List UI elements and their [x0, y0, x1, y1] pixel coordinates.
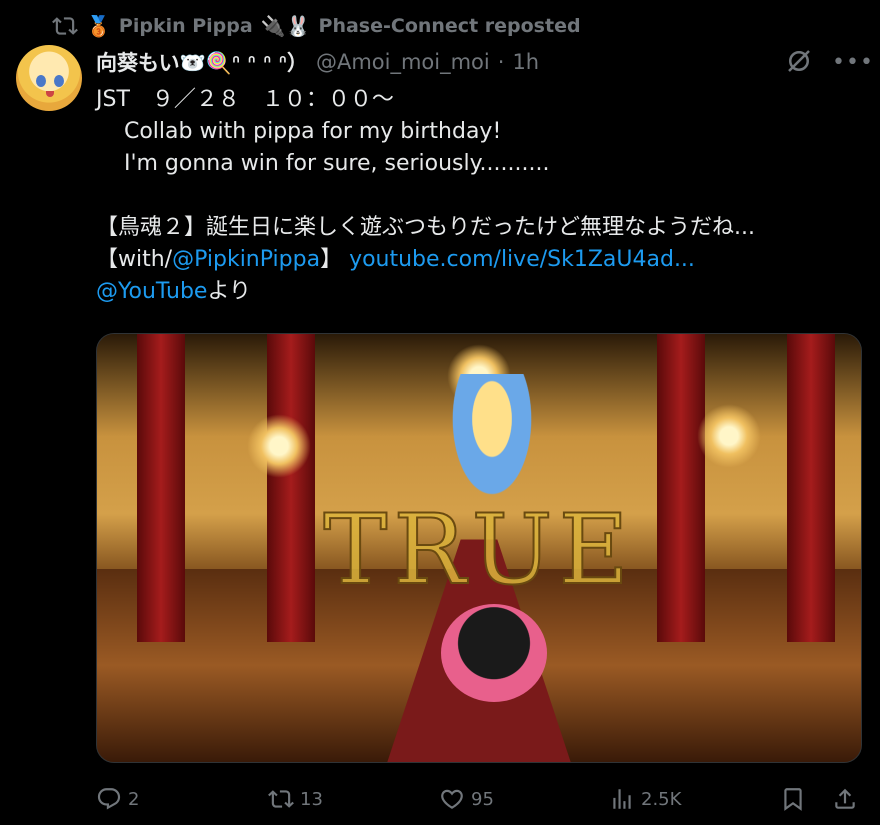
reposter-emoji: 🔌🐰 — [260, 14, 311, 38]
repost-icon — [52, 17, 78, 35]
media-chandelier — [247, 414, 311, 478]
media-overlay-text: TRUE — [322, 493, 635, 607]
yori-suffix: より — [207, 279, 252, 304]
tweet-text: JST ９／２８ １０：００〜 Collab with pippa for my… — [96, 84, 866, 308]
media-chibi — [441, 604, 547, 702]
like-count: 95 — [471, 788, 494, 810]
bookmark-icon — [784, 788, 802, 811]
separator-dot: · — [497, 50, 505, 74]
share-icon — [835, 788, 855, 809]
bookmark-button[interactable] — [780, 786, 806, 812]
text-line-5: 【鳥魂２】誕生日に楽しく遊ぶつもりだったけど無理なようだね... — [96, 215, 755, 240]
retweet-icon — [268, 790, 294, 808]
reply-count: 2 — [128, 788, 140, 810]
reply-button[interactable]: 2 — [96, 786, 139, 812]
youtube-link[interactable]: youtube.com/live/Sk1ZaU4ad... — [349, 247, 695, 272]
views-button[interactable]: 2.5K — [609, 786, 681, 812]
like-button[interactable]: 95 — [439, 786, 494, 812]
repost-button[interactable]: 13 — [268, 786, 323, 812]
text-line-4 — [96, 180, 866, 212]
views-count: 2.5K — [641, 788, 682, 810]
repost-count: 13 — [300, 788, 323, 810]
author-handle[interactable]: @Amoi_moi_moi — [316, 50, 490, 74]
avatar[interactable] — [16, 45, 82, 111]
with-suffix: 】 — [320, 247, 350, 272]
medal-emoji: 🥉 — [86, 14, 111, 38]
with-prefix: 【with/ — [96, 247, 173, 272]
action-bar: 2 13 95 2.5K — [96, 783, 860, 815]
media-image[interactable]: TRUE — [96, 333, 862, 763]
text-line-6: 【with/@PipkinPippa】 youtube.com/live/Sk1… — [96, 244, 866, 276]
avatar-eye-left — [36, 75, 46, 87]
views-icon — [613, 789, 631, 809]
more-icon[interactable]: ••• — [832, 50, 874, 75]
text-line-1: JST ９／２８ １０：００〜 — [96, 87, 394, 112]
text-line-7: @YouTubeより — [96, 276, 866, 308]
avatar-mouth — [46, 91, 54, 97]
repost-context[interactable]: 🥉 Pipkin Pippa 🔌🐰 Phase-Connect reposted — [52, 12, 581, 40]
like-icon — [441, 789, 463, 809]
text-line-2: Collab with pippa for my birthday! — [96, 119, 502, 144]
mention-youtube[interactable]: @YouTube — [96, 279, 207, 304]
avatar-eye-right — [54, 75, 64, 87]
timestamp[interactable]: 1h — [512, 50, 539, 74]
media-chandelier — [697, 404, 761, 468]
reply-icon — [97, 788, 121, 810]
text-line-3: I'm gonna win for sure, seriously.......… — [96, 151, 550, 176]
tweet-header: 向葵もい🐻‍❄️🍭ᐢ ᐢ ᐢ ᐢ） @Amoi_moi_moi · 1h — [96, 46, 539, 78]
author-name[interactable]: 向葵もい🐻‍❄️🍭ᐢ ᐢ ᐢ ᐢ） — [96, 47, 308, 77]
grok-icon[interactable] — [784, 46, 814, 76]
reposter-name-1[interactable]: Pipkin Pippa — [119, 15, 253, 37]
share-button[interactable] — [832, 786, 858, 812]
mention-pippa[interactable]: @PipkinPippa — [172, 247, 320, 272]
reposter-name-2[interactable]: Phase-Connect reposted — [319, 15, 581, 37]
